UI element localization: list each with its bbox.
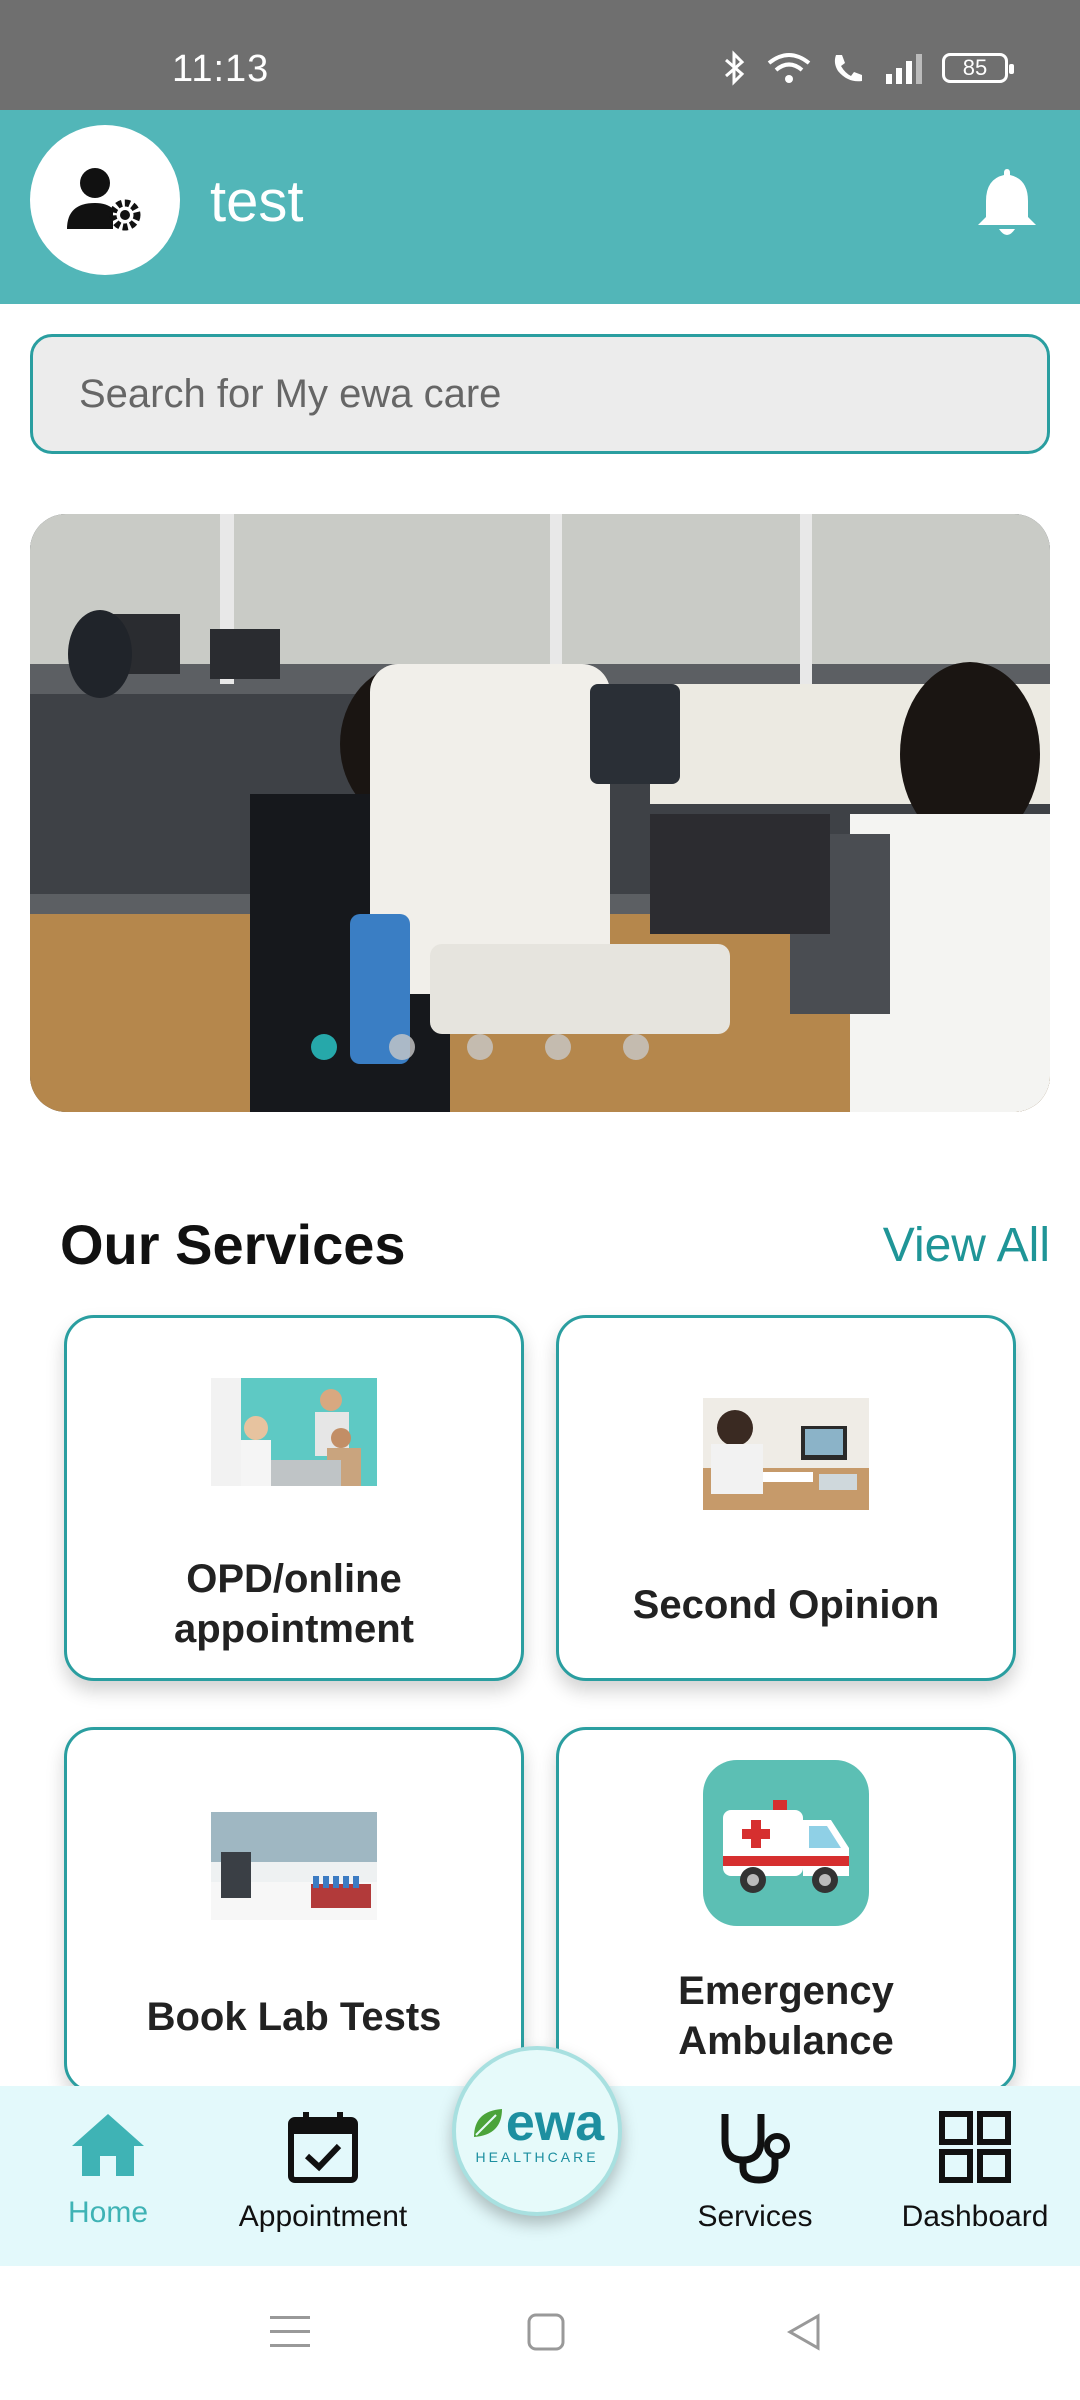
card-label-line: Ambulance	[678, 2019, 894, 2063]
logo-text: ewa	[505, 2094, 605, 2152]
bell-icon	[978, 169, 1036, 235]
services-title: Our Services	[60, 1213, 406, 1276]
carousel-dot[interactable]	[311, 1034, 337, 1060]
wifi-icon	[767, 53, 811, 83]
back-icon[interactable]	[784, 2312, 824, 2352]
nav-appointment[interactable]: Appointment	[228, 2110, 418, 2234]
status-time: 11:13	[172, 48, 270, 90]
system-nav-bar	[0, 2266, 1080, 2400]
status-bar: 11:13 85	[0, 0, 1080, 110]
carousel-dots	[30, 1034, 990, 1060]
card-label-line: Emergency	[678, 1969, 894, 2013]
ambulance-icon	[703, 1760, 869, 1926]
nav-appointment-label: Appointment	[238, 2200, 408, 2233]
notification-button[interactable]	[974, 165, 1040, 246]
home-square-icon[interactable]	[526, 2312, 566, 2352]
lab-tests-image	[211, 1812, 377, 1920]
username: test	[210, 169, 304, 234]
status-icons: 85	[722, 50, 1014, 86]
nav-dashboard-label: Dashboard	[901, 2200, 1049, 2233]
banner-carousel[interactable]	[30, 514, 1050, 1112]
nav-home[interactable]: Home	[48, 2110, 168, 2230]
carousel-dot[interactable]	[389, 1034, 415, 1060]
bluetooth-icon	[725, 50, 745, 86]
search-input[interactable]: Search for My ewa care	[30, 334, 1050, 454]
second-opinion-image	[703, 1398, 869, 1510]
signal-icon	[886, 54, 922, 84]
card-label-line: appointment	[174, 1607, 414, 1651]
leaf-icon	[473, 2109, 502, 2137]
carousel-dot[interactable]	[623, 1034, 649, 1060]
nav-services-label: Services	[697, 2200, 813, 2233]
wifi-calling-icon	[834, 55, 862, 82]
card-label-line: OPD/online	[186, 1557, 402, 1601]
carousel-dot[interactable]	[467, 1034, 493, 1060]
service-card-second-opinion[interactable]: Second Opinion	[556, 1315, 1016, 1681]
carousel-dot[interactable]	[545, 1034, 571, 1060]
service-card-ambulance[interactable]: Emergency Ambulance	[556, 1727, 1016, 2093]
nav-services[interactable]: Services	[680, 2110, 830, 2234]
home-icon	[72, 2114, 144, 2176]
banner-image	[30, 514, 1050, 1112]
menu-icon[interactable]	[270, 2314, 310, 2350]
dashboard-icon	[939, 2111, 1011, 2183]
battery-indicator: 85	[942, 53, 1014, 83]
user-settings-icon	[67, 168, 141, 231]
service-card-opd[interactable]: OPD/online appointment	[64, 1315, 524, 1681]
nav-home-label: Home	[67, 2196, 149, 2229]
profile-avatar-button[interactable]	[30, 125, 180, 275]
opd-image	[211, 1378, 377, 1486]
view-all-link[interactable]: View All	[883, 1218, 1050, 1273]
app-header: test	[0, 110, 1080, 304]
calendar-check-icon	[288, 2112, 358, 2183]
card-label-line: Book Lab Tests	[146, 1995, 442, 2039]
card-label-line: Second Opinion	[632, 1583, 940, 1627]
nav-dashboard[interactable]: Dashboard	[890, 2110, 1060, 2234]
stethoscope-icon	[721, 2114, 790, 2184]
service-card-lab-tests[interactable]: Book Lab Tests	[64, 1727, 524, 2093]
logo-subtext: HEALTHCARE	[475, 2149, 599, 2165]
ewa-logo-button[interactable]: ewa HEALTHCARE	[452, 2046, 622, 2216]
